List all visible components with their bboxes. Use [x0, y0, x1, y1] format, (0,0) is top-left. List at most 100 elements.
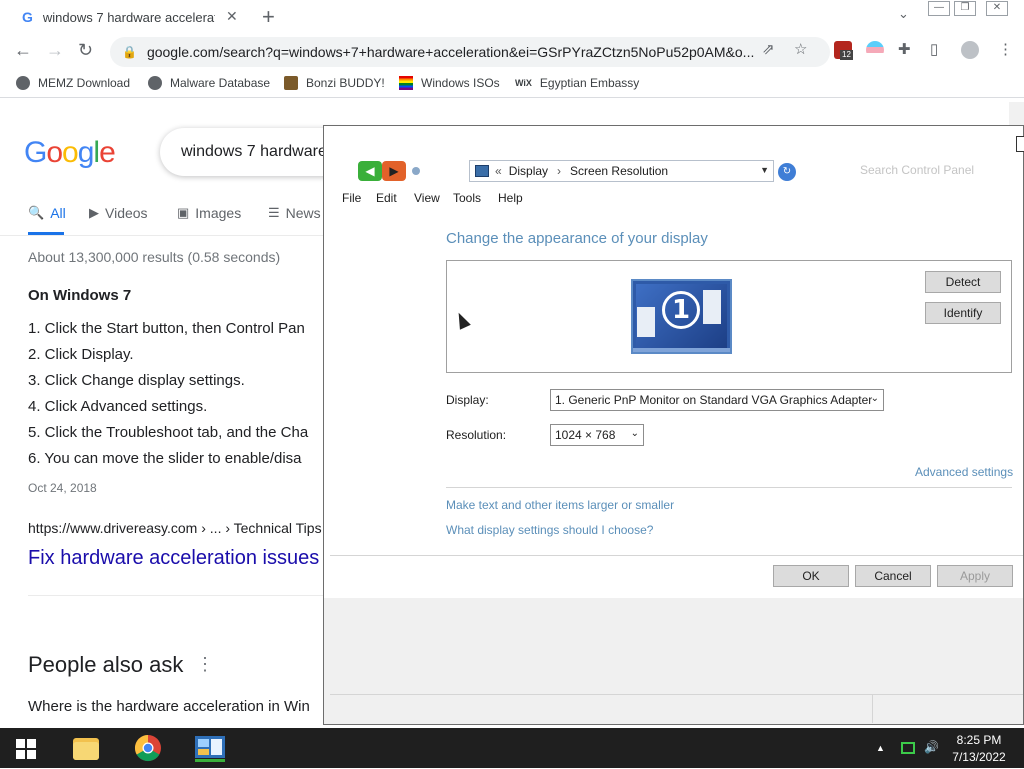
- monitor-arrangement-panel: 1 Detect Identify: [446, 260, 1012, 373]
- tab-news[interactable]: ☰ News: [268, 205, 321, 221]
- reload-button[interactable]: ↻: [78, 40, 93, 61]
- snippet-date: Oct 24, 2018: [28, 481, 97, 495]
- breadcrumb[interactable]: « Display › Screen Resolution ▼: [469, 160, 774, 182]
- ublock-extension-icon[interactable]: 12: [834, 41, 853, 60]
- detect-button[interactable]: Detect: [925, 271, 1001, 293]
- bookmark-windows-isos[interactable]: Windows ISOs: [399, 76, 500, 90]
- paa-question[interactable]: Where is the hardware acceleration in Wi…: [28, 698, 310, 715]
- breadcrumb-screen-resolution[interactable]: Screen Resolution: [570, 164, 668, 178]
- refresh-icon[interactable]: ↻: [778, 163, 796, 181]
- chrome-taskbar-icon[interactable]: [130, 732, 166, 764]
- menu-file[interactable]: File: [342, 191, 361, 205]
- bookmark-malware-database[interactable]: Malware Database: [148, 76, 270, 90]
- breadcrumb-separator: ›: [557, 164, 562, 178]
- file-explorer-icon[interactable]: [68, 732, 104, 764]
- window-thumbnail: [637, 307, 655, 337]
- windows-start-icon[interactable]: [16, 739, 36, 759]
- menu-help[interactable]: Help: [498, 191, 523, 205]
- breadcrumb-overflow[interactable]: «: [495, 164, 502, 178]
- bookmark-star-icon[interactable]: ☆: [794, 40, 807, 58]
- logo-letter: o: [46, 136, 63, 169]
- window-titlebar[interactable]: [324, 126, 1024, 159]
- bookmark-label: Windows ISOs: [421, 76, 500, 90]
- network-icon[interactable]: [901, 742, 915, 754]
- forward-button[interactable]: →: [46, 40, 64, 61]
- snippet-list-item: 3. Click Change display settings.: [28, 372, 245, 389]
- lock-icon[interactable]: 🔒: [122, 45, 137, 59]
- start-pane: [27, 739, 36, 748]
- bookmark-label: Egyptian Embassy: [539, 76, 640, 90]
- text-size-link[interactable]: Make text and other items larger or smal…: [446, 498, 674, 512]
- chevron-down-icon: ⌄: [630, 428, 639, 439]
- restore-button[interactable]: ❐: [954, 1, 976, 16]
- menu-bar: File Edit View Tools Help: [324, 187, 1023, 209]
- page-title: Change the appearance of your display: [446, 230, 708, 247]
- tab-label: Images: [195, 205, 242, 221]
- browser-tab-active[interactable]: G windows 7 hardware acceleratio ✕: [0, 0, 250, 34]
- new-tab-button[interactable]: +: [262, 4, 275, 30]
- snippet-list-item: 1. Click the Start button, then Control …: [28, 320, 305, 337]
- display-help-link[interactable]: What display settings should I choose?: [446, 523, 653, 537]
- monitor-number: 1: [662, 291, 700, 329]
- taskbar-clock[interactable]: 8:25 PM 7/13/2022: [944, 732, 1014, 766]
- more-options-icon[interactable]: ⋮: [196, 654, 214, 675]
- minimize-button[interactable]: —: [928, 1, 950, 16]
- forward-arrow-icon[interactable]: ▶: [382, 161, 406, 181]
- bookmark-label: Malware Database: [170, 76, 271, 90]
- footer-divider: [330, 555, 1023, 556]
- ok-button[interactable]: OK: [773, 565, 849, 587]
- news-icon: ☰: [268, 205, 280, 220]
- result-cite[interactable]: https://www.drivereasy.com › ... › Techn…: [28, 520, 322, 536]
- bookmark-memz-download[interactable]: MEMZ Download: [16, 76, 130, 90]
- tab-label: Videos: [105, 205, 148, 221]
- puzzle-extensions-icon[interactable]: ✚: [898, 40, 911, 58]
- address-url[interactable]: google.com/search?q=windows+7+hardware+a…: [147, 44, 755, 60]
- share-icon[interactable]: ⇗: [762, 40, 775, 58]
- play-icon: ▶: [89, 205, 99, 220]
- tab-videos[interactable]: ▶ Videos: [89, 205, 148, 221]
- status-bar-divider: [330, 694, 1023, 695]
- screen-resolution-window: ◀ ▶ « Display › Screen Resolution ▼ ↻ Se…: [323, 125, 1024, 725]
- apply-button[interactable]: Apply: [937, 565, 1013, 587]
- flag-extension-icon[interactable]: [866, 41, 884, 59]
- bookmark-egyptian-embassy[interactable]: WiX Egyptian Embassy: [515, 76, 639, 90]
- search-control-panel-input[interactable]: Search Control Panel: [860, 163, 974, 177]
- identify-button[interactable]: Identify: [925, 302, 1001, 324]
- chevron-down-icon[interactable]: ▼: [760, 165, 769, 175]
- wix-icon: WiX: [515, 78, 532, 88]
- maximize-button[interactable]: [1016, 136, 1024, 152]
- profile-avatar[interactable]: [961, 41, 979, 59]
- tab-all[interactable]: 🔍 All: [28, 205, 66, 221]
- tab-search-dropdown-icon[interactable]: ⌄: [898, 6, 909, 22]
- google-g-icon: G: [22, 9, 33, 25]
- volume-icon[interactable]: 🔊: [924, 740, 939, 754]
- side-panel-icon[interactable]: ▯: [930, 40, 938, 58]
- advanced-settings-link[interactable]: Advanced settings: [915, 465, 1013, 479]
- menu-edit[interactable]: Edit: [376, 191, 397, 205]
- tab-images[interactable]: ▣ Images: [177, 205, 241, 221]
- folder-icon: [73, 738, 99, 760]
- breadcrumb-display[interactable]: Display: [509, 164, 548, 178]
- address-bar[interactable]: 🔒 google.com/search?q=windows+7+hardware…: [110, 37, 830, 67]
- menu-kebab-icon[interactable]: ⋮: [998, 40, 1013, 58]
- tray-overflow-icon[interactable]: ▲: [876, 743, 885, 753]
- resolution-select[interactable]: 1024 × 768 ⌄: [550, 424, 644, 446]
- section-divider: [28, 595, 328, 596]
- bookmark-bonzi-buddy[interactable]: Bonzi BUDDY!: [284, 76, 385, 90]
- bookmark-label: Bonzi BUDDY!: [306, 76, 385, 90]
- people-also-ask-heading: People also ask: [28, 652, 184, 677]
- display-select[interactable]: 1. Generic PnP Monitor on Standard VGA G…: [550, 389, 884, 411]
- control-panel-taskbar-icon[interactable]: [192, 732, 228, 764]
- recent-pages-icon[interactable]: [412, 167, 420, 175]
- globe-icon: [16, 76, 30, 90]
- monitor-1-icon[interactable]: 1: [631, 279, 732, 354]
- back-arrow-icon[interactable]: ◀: [358, 161, 382, 181]
- google-logo[interactable]: Google: [24, 136, 116, 170]
- tab-close-icon[interactable]: ✕: [226, 8, 238, 25]
- menu-tools[interactable]: Tools: [453, 191, 481, 205]
- menu-view[interactable]: View: [414, 191, 440, 205]
- result-title-link[interactable]: Fix hardware acceleration issues: [28, 547, 319, 570]
- close-window-button[interactable]: ✕: [986, 1, 1008, 16]
- back-button[interactable]: ←: [14, 40, 32, 61]
- cancel-button[interactable]: Cancel: [855, 565, 931, 587]
